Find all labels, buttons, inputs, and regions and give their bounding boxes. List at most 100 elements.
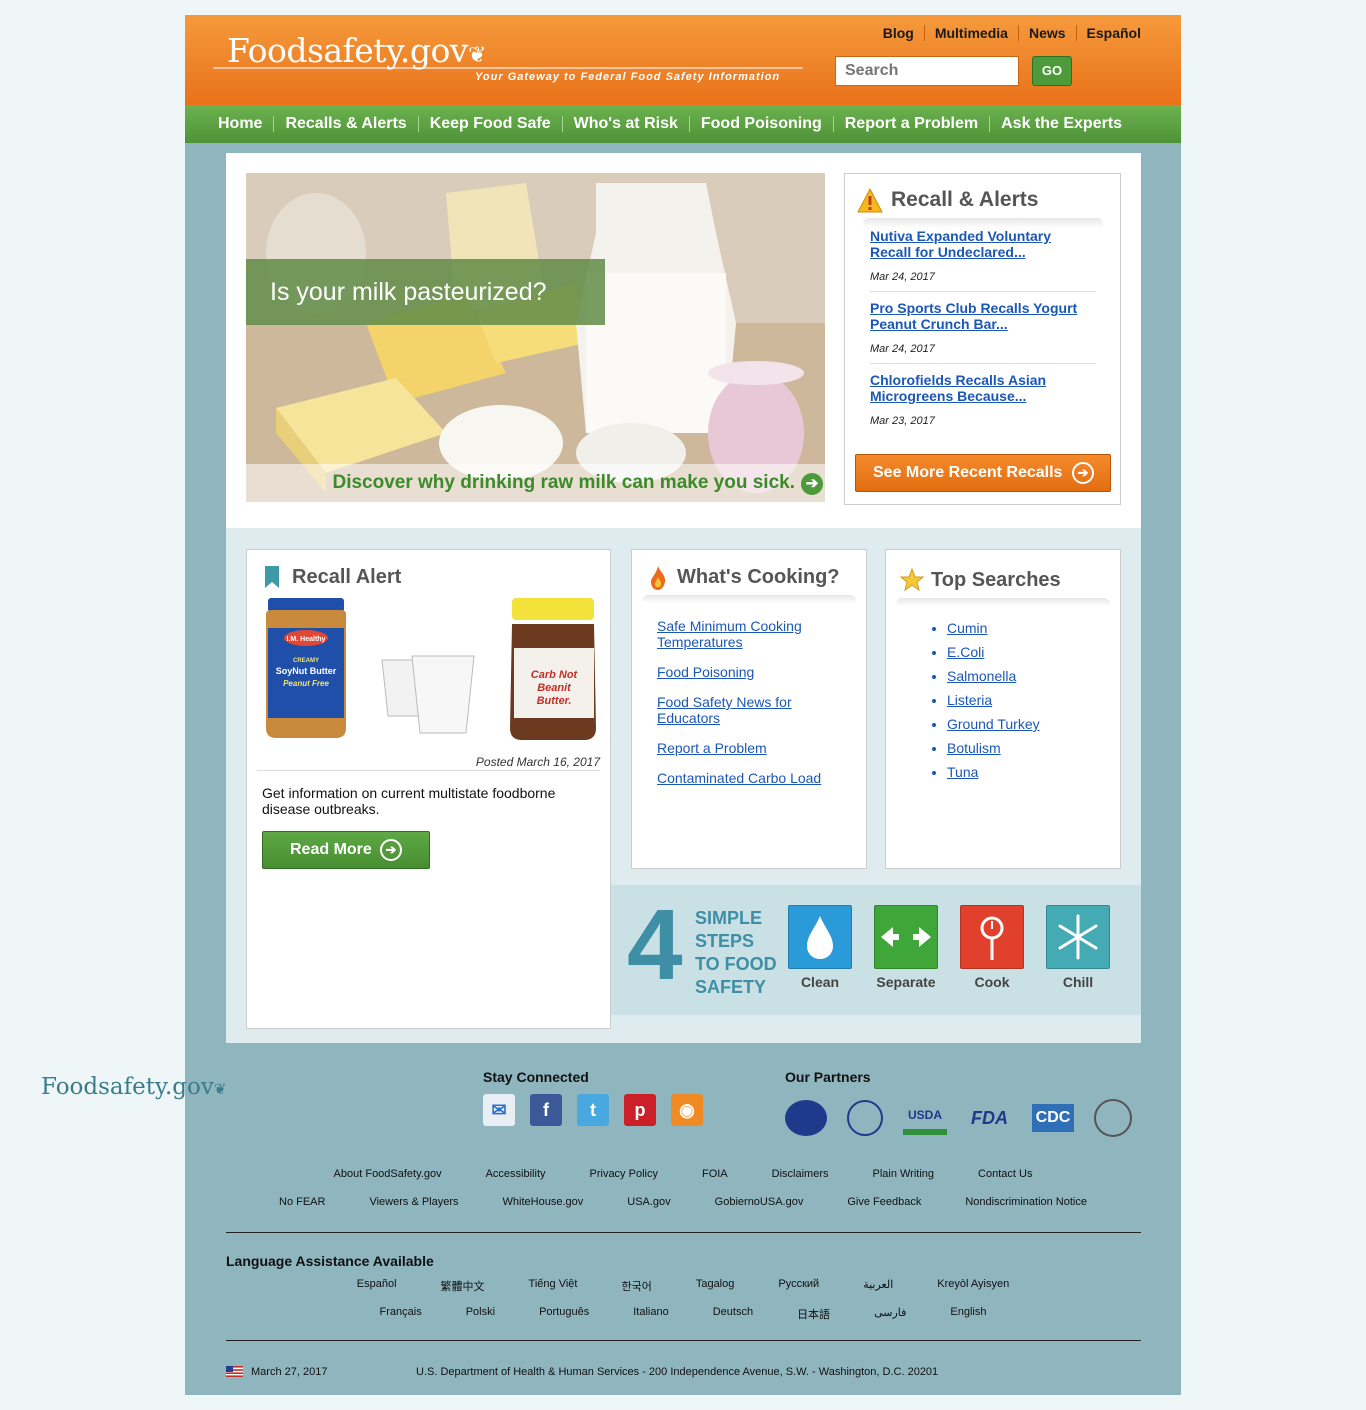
footer-link[interactable]: Disclaimers (750, 1168, 851, 1180)
language-link[interactable]: Español (335, 1278, 419, 1294)
footer-link[interactable]: GobiernoUSA.gov (693, 1196, 826, 1208)
steps-line: TO FOOD (695, 954, 777, 974)
search-go-button[interactable]: GO (1032, 56, 1072, 86)
twitter-icon[interactable]: t (577, 1094, 609, 1126)
search-term-link[interactable]: Tuna (947, 764, 978, 780)
search-term-link[interactable]: Salmonella (947, 668, 1016, 684)
blog-link[interactable]: Blog (873, 25, 924, 41)
language-link[interactable]: Português (517, 1306, 611, 1322)
footer-logo[interactable]: Foodsafety.gov❦ (41, 1074, 226, 1100)
recall-alert-title: Recall Alert (292, 566, 402, 588)
site-logo[interactable]: Foodsafety.gov❦ (227, 31, 486, 70)
news-link[interactable]: News (1017, 25, 1076, 41)
hero-link-text[interactable]: Discover why drinking raw milk can make … (332, 472, 795, 494)
language-link[interactable]: English (928, 1306, 1008, 1322)
footer-link[interactable]: USA.gov (605, 1196, 692, 1208)
language-link[interactable]: 日本語 (775, 1306, 852, 1322)
language-link[interactable]: Polski (444, 1306, 517, 1322)
footer-link[interactable]: Privacy Policy (568, 1168, 680, 1180)
language-link[interactable]: Tiếng Việt (507, 1278, 600, 1294)
footer-link[interactable]: Nondiscrimination Notice (943, 1196, 1109, 1208)
footer-address: U.S. Department of Health & Human Servic… (416, 1366, 939, 1378)
list-item[interactable]: Ground Turkey (947, 716, 1040, 732)
rss-icon[interactable]: ◉ (671, 1094, 703, 1126)
language-link[interactable]: Italiano (611, 1306, 690, 1322)
nav-ask-the-experts[interactable]: Ask the Experts (989, 116, 1133, 132)
search-term-link[interactable]: Listeria (947, 692, 992, 708)
language-link[interactable]: 繁體中文 (419, 1278, 507, 1294)
cooking-link[interactable]: Contaminated Carbo Load (657, 770, 847, 786)
footer-link[interactable]: Contact Us (956, 1168, 1054, 1180)
arrow-right-icon: ➔ (380, 839, 402, 861)
footer-link[interactable]: Plain Writing (850, 1168, 956, 1180)
list-item[interactable]: Salmonella (947, 668, 1040, 684)
espanol-link[interactable]: Español (1075, 25, 1151, 41)
snowflake-icon (1046, 905, 1110, 969)
language-link[interactable]: Tagalog (674, 1278, 757, 1294)
search-term-link[interactable]: Cumin (947, 620, 987, 636)
language-link[interactable]: Deutsch (691, 1306, 775, 1322)
cooking-link[interactable]: Food Poisoning (657, 664, 847, 680)
recall-link[interactable]: Nutiva Expanded Voluntary Recall for Und… (870, 228, 1096, 260)
search-term-link[interactable]: E.Coli (947, 644, 984, 660)
read-more-button[interactable]: Read More ➔ (262, 831, 430, 869)
cooking-link[interactable]: Safe Minimum Cooking Temperatures (657, 618, 847, 650)
footer-link[interactable]: Viewers & Players (347, 1196, 480, 1208)
nav-keep-food-safe[interactable]: Keep Food Safe (417, 116, 562, 132)
language-link[interactable]: العربية (841, 1278, 915, 1294)
recall-link[interactable]: Chlorofields Recalls Asian Microgreens B… (870, 372, 1096, 404)
whitehouse-logo-icon[interactable] (785, 1100, 827, 1136)
language-link[interactable]: Français (358, 1306, 444, 1322)
email-icon[interactable]: ✉ (483, 1094, 515, 1126)
step-cook[interactable]: Cook (960, 905, 1024, 990)
multimedia-link[interactable]: Multimedia (923, 25, 1018, 41)
cdc-logo[interactable]: CDC (1032, 1104, 1074, 1132)
see-more-recalls-button[interactable]: See More Recent Recalls ➔ (855, 454, 1111, 492)
list-item[interactable]: Listeria (947, 692, 1040, 708)
nih-logo-icon[interactable] (1094, 1099, 1132, 1137)
hhs-logo-icon[interactable] (847, 1100, 883, 1136)
nav-recalls-alerts[interactable]: Recalls & Alerts (273, 116, 417, 132)
nav-food-poisoning[interactable]: Food Poisoning (688, 116, 833, 132)
list-item[interactable]: Botulism (947, 740, 1040, 756)
cooking-link[interactable]: Food Safety News for Educators (657, 694, 847, 726)
read-more-label: Read More (290, 841, 372, 858)
step-label: Chill (1062, 974, 1094, 990)
facebook-icon[interactable]: f (530, 1094, 562, 1126)
arrow-right-icon[interactable]: ➔ (801, 473, 823, 495)
footer-link[interactable]: Accessibility (464, 1168, 568, 1180)
title-shadow (863, 218, 1103, 228)
usda-logo[interactable]: USDA (903, 1101, 947, 1135)
footer-link[interactable]: WhiteHouse.gov (481, 1196, 606, 1208)
hero-banner[interactable]: Is your milk pasteurized? Discover why d… (246, 173, 825, 502)
nav-whos-at-risk[interactable]: Who's at Risk (561, 116, 689, 132)
fda-logo[interactable]: FDA (967, 1100, 1012, 1136)
cooking-link[interactable]: Report a Problem (657, 740, 847, 756)
list-item[interactable]: Cumin (947, 620, 1040, 636)
list-item[interactable]: E.Coli (947, 644, 1040, 660)
nav-report-a-problem[interactable]: Report a Problem (832, 116, 989, 132)
step-chill[interactable]: Chill (1046, 905, 1110, 990)
four-steps-banner[interactable]: 4 SIMPLE STEPS TO FOOD SAFETY Clean Sepa… (611, 885, 1141, 1015)
footer-link[interactable]: About FoodSafety.gov (312, 1168, 464, 1180)
footer-link[interactable]: Give Feedback (825, 1196, 943, 1208)
pinterest-icon[interactable]: p (624, 1094, 656, 1126)
search-input[interactable] (835, 56, 1019, 86)
search-term-link[interactable]: Botulism (947, 740, 1001, 756)
language-link[interactable]: Русский (756, 1278, 841, 1294)
hero-link-bar[interactable]: Discover why drinking raw milk can make … (246, 464, 825, 502)
language-link[interactable]: Kreyòl Ayisyen (915, 1278, 1031, 1294)
language-link[interactable]: 한국어 (599, 1278, 673, 1294)
recall-link[interactable]: Pro Sports Club Recalls Yogurt Peanut Cr… (870, 300, 1096, 332)
social-icons: ✉ f t p ◉ (483, 1094, 703, 1126)
footer-link[interactable]: FOIA (680, 1168, 750, 1180)
list-item[interactable]: Tuna (947, 764, 1040, 780)
search-term-link[interactable]: Ground Turkey (947, 716, 1040, 732)
footer-link[interactable]: No FEAR (257, 1196, 347, 1208)
nav-home[interactable]: Home (207, 116, 273, 132)
step-separate[interactable]: Separate (874, 905, 938, 990)
footer-links-row2: No FEAR Viewers & Players WhiteHouse.gov… (185, 1196, 1181, 1208)
step-clean[interactable]: Clean (788, 905, 852, 990)
language-link[interactable]: فارسی (852, 1306, 928, 1322)
bookmark-icon (265, 566, 279, 588)
